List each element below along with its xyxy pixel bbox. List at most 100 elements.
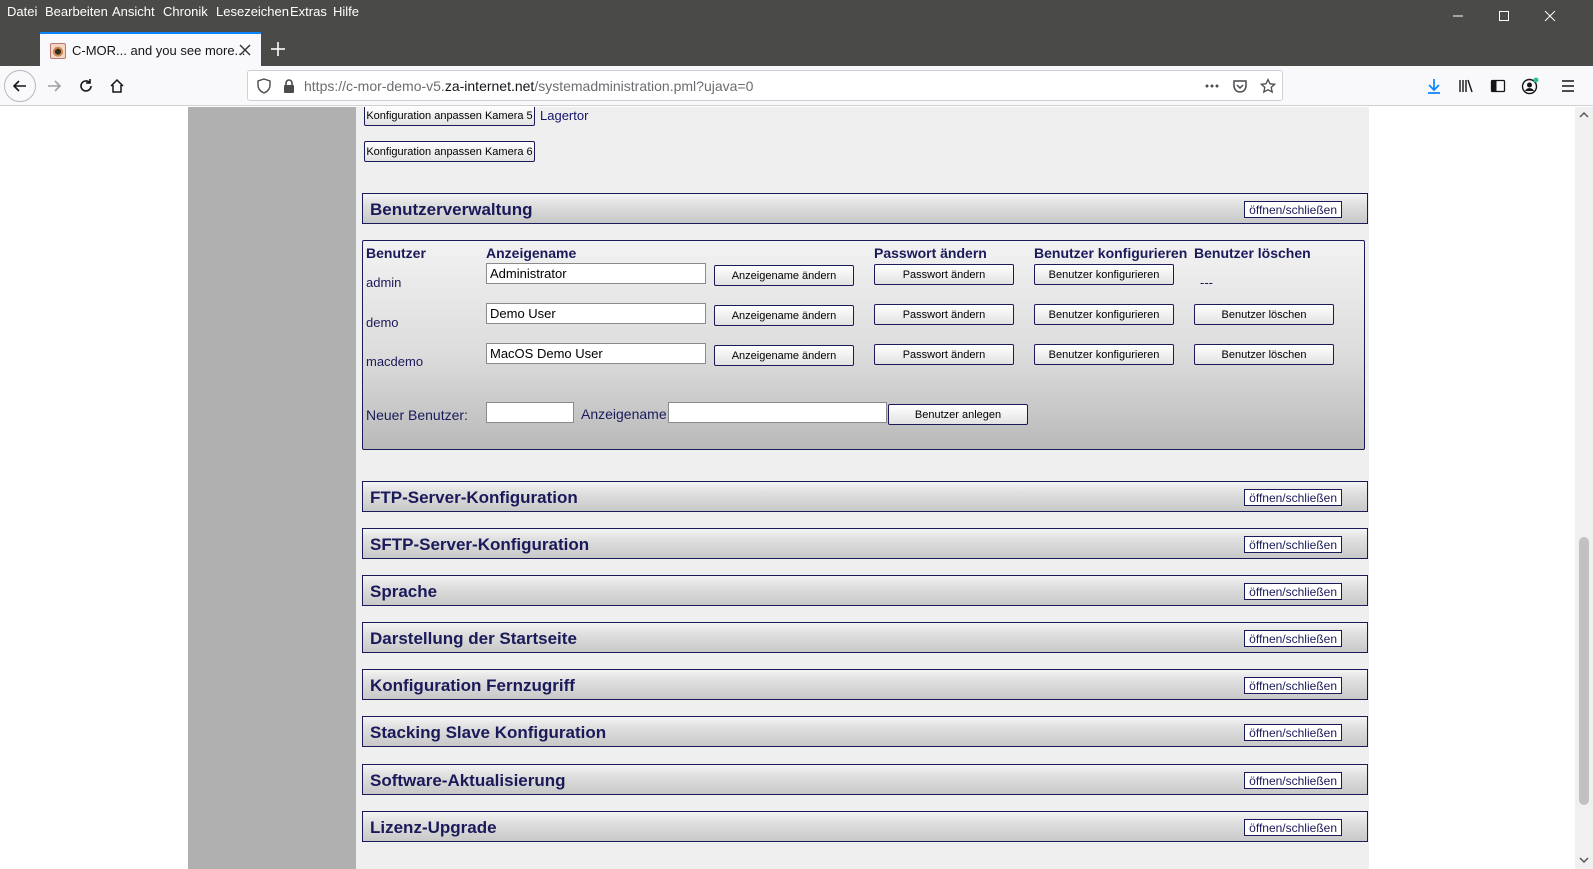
- bookmark-star-icon[interactable]: [1260, 78, 1276, 94]
- account-button[interactable]: [1514, 70, 1546, 102]
- configure-user-button[interactable]: Benutzer konfigurieren: [1034, 264, 1174, 285]
- section-title: Sprache: [370, 582, 438, 601]
- toggle-ftp-button[interactable]: öffnen/schließen: [1244, 489, 1342, 506]
- no-delete-placeholder: ---: [1200, 275, 1213, 290]
- change-password-button[interactable]: Passwort ändern: [874, 304, 1014, 325]
- display-name-input[interactable]: Demo User: [486, 303, 706, 324]
- toggle-sprache-button[interactable]: öffnen/schließen: [1244, 583, 1342, 600]
- header-password: Passwort ändern: [874, 245, 987, 261]
- user-management-panel: Benutzer Anzeigename Passwort ändern Ben…: [362, 240, 1365, 450]
- section-title: FTP-Server-Konfiguration: [370, 488, 578, 507]
- page-scrollbar[interactable]: [1575, 107, 1593, 869]
- eye-favicon-icon: [50, 43, 66, 59]
- toggle-software-button[interactable]: öffnen/schließen: [1244, 772, 1342, 789]
- delete-user-button[interactable]: Benutzer löschen: [1194, 344, 1334, 365]
- toggle-stacking-button[interactable]: öffnen/schließen: [1244, 724, 1342, 741]
- hamburger-menu-icon: [1562, 80, 1574, 92]
- scrollbar-thumb[interactable]: [1579, 537, 1589, 805]
- download-icon: [1428, 79, 1440, 94]
- forward-button[interactable]: [38, 70, 70, 102]
- more-actions-icon[interactable]: [1204, 78, 1220, 94]
- delete-user-button[interactable]: Benutzer löschen: [1194, 304, 1334, 325]
- user-name: macdemo: [366, 354, 424, 369]
- url-bar[interactable]: https://c-mor-demo-v5.za-internet.net/sy…: [247, 70, 1283, 101]
- tab-close-icon[interactable]: [237, 42, 253, 58]
- camera-5-config-button[interactable]: Konfiguration anpassen Kamera 5: [364, 107, 535, 126]
- section-title: Konfiguration Fernzugriff: [370, 676, 575, 695]
- new-user-input[interactable]: [486, 402, 574, 423]
- toggle-sftp-button[interactable]: öffnen/schließen: [1244, 536, 1342, 553]
- menu-extras[interactable]: Extras: [290, 4, 327, 19]
- menu-bar: Datei Bearbeiten Ansicht Chronik Lesezei…: [0, 0, 1593, 32]
- close-icon: [1544, 10, 1556, 22]
- new-display-name-input[interactable]: [668, 402, 887, 423]
- sidebar-button[interactable]: [1482, 70, 1514, 102]
- sidebar-icon: [1490, 79, 1506, 93]
- section-lizenz-upgrade: Lizenz-Upgrade öffnen/schließen: [362, 811, 1368, 842]
- menu-hilfe[interactable]: Hilfe: [333, 4, 359, 19]
- change-display-name-button[interactable]: Anzeigename ändern: [714, 305, 854, 326]
- close-window-button[interactable]: [1527, 0, 1573, 32]
- app-menu-button[interactable]: [1552, 70, 1584, 102]
- section-sprache: Sprache öffnen/schließen: [362, 575, 1368, 606]
- scroll-down-arrow-icon[interactable]: [1579, 855, 1589, 865]
- header-user: Benutzer: [366, 245, 426, 261]
- menu-bearbeiten[interactable]: Bearbeiten: [45, 4, 108, 19]
- camera-5-name: Lagertor: [540, 108, 589, 123]
- home-button[interactable]: [101, 70, 133, 102]
- create-user-button[interactable]: Benutzer anlegen: [888, 404, 1028, 425]
- change-display-name-button[interactable]: Anzeigename ändern: [714, 265, 854, 286]
- menu-ansicht[interactable]: Ansicht: [112, 4, 155, 19]
- section-title: Lizenz-Upgrade: [370, 818, 497, 837]
- display-name-input[interactable]: Administrator: [486, 263, 706, 284]
- configure-user-button[interactable]: Benutzer konfigurieren: [1034, 344, 1174, 365]
- section-ftp-server: FTP-Server-Konfiguration öffnen/schließe…: [362, 481, 1368, 512]
- arrow-right-icon: [48, 80, 62, 92]
- menu-chronik[interactable]: Chronik: [163, 4, 208, 19]
- header-display-name: Anzeigename: [486, 245, 577, 261]
- maximize-icon: [1499, 11, 1509, 21]
- header-configure: Benutzer konfigurieren: [1034, 245, 1188, 261]
- page-viewport: Konfiguration anpassen Kamera 5 Lagertor…: [0, 107, 1575, 869]
- section-title: SFTP-Server-Konfiguration: [370, 535, 590, 554]
- change-display-name-button[interactable]: Anzeigename ändern: [714, 345, 854, 366]
- minimize-icon: [1453, 15, 1463, 17]
- display-name-input[interactable]: MacOS Demo User: [486, 343, 706, 364]
- section-startseite: Darstellung der Startseite öffnen/schlie…: [362, 622, 1368, 653]
- change-password-button[interactable]: Passwort ändern: [874, 264, 1014, 285]
- library-icon: [1459, 79, 1473, 93]
- section-title: Darstellung der Startseite: [370, 629, 577, 648]
- toggle-startseite-button[interactable]: öffnen/schließen: [1244, 630, 1342, 647]
- url-text[interactable]: https://c-mor-demo-v5.za-internet.net/sy…: [304, 78, 753, 94]
- downloads-button[interactable]: [1418, 70, 1450, 102]
- lock-icon[interactable]: [281, 78, 297, 94]
- toggle-benutzerverwaltung-button[interactable]: öffnen/schließen: [1244, 201, 1342, 218]
- tab-active[interactable]: C-MOR... and you see more...: [40, 32, 261, 66]
- menu-datei[interactable]: Datei: [7, 4, 37, 19]
- camera-6-config-button[interactable]: Konfiguration anpassen Kamera 6: [364, 141, 535, 162]
- shield-icon[interactable]: [256, 78, 272, 94]
- tab-title: C-MOR... and you see more...: [72, 43, 246, 58]
- section-title: Software-Aktualisierung: [370, 771, 566, 790]
- library-button[interactable]: [1450, 70, 1482, 102]
- menu-lesezeichen[interactable]: Lesezeichen: [216, 4, 289, 19]
- header-delete: Benutzer löschen: [1194, 245, 1311, 261]
- maximize-button[interactable]: [1481, 0, 1527, 32]
- section-title: Stacking Slave Konfiguration: [370, 723, 607, 742]
- section-benutzerverwaltung: Benutzerverwaltung öffnen/schließen: [362, 193, 1368, 224]
- change-password-button[interactable]: Passwort ändern: [874, 344, 1014, 365]
- toggle-fernzugriff-button[interactable]: öffnen/schließen: [1244, 677, 1342, 694]
- scroll-up-arrow-icon[interactable]: [1579, 110, 1589, 120]
- toggle-lizenz-button[interactable]: öffnen/schließen: [1244, 819, 1342, 836]
- browser-window: Datei Bearbeiten Ansicht Chronik Lesezei…: [0, 0, 1593, 869]
- home-icon: [110, 78, 124, 93]
- pocket-icon[interactable]: [1232, 78, 1248, 94]
- minimize-button[interactable]: [1435, 0, 1481, 32]
- user-name: admin: [366, 275, 402, 290]
- new-tab-plus-icon[interactable]: [266, 37, 290, 61]
- configure-user-button[interactable]: Benutzer konfigurieren: [1034, 304, 1174, 325]
- back-button[interactable]: [4, 70, 36, 102]
- left-sidebar-column: [188, 107, 356, 869]
- section-software-update: Software-Aktualisierung öffnen/schließen: [362, 764, 1368, 795]
- reload-button[interactable]: [70, 70, 102, 102]
